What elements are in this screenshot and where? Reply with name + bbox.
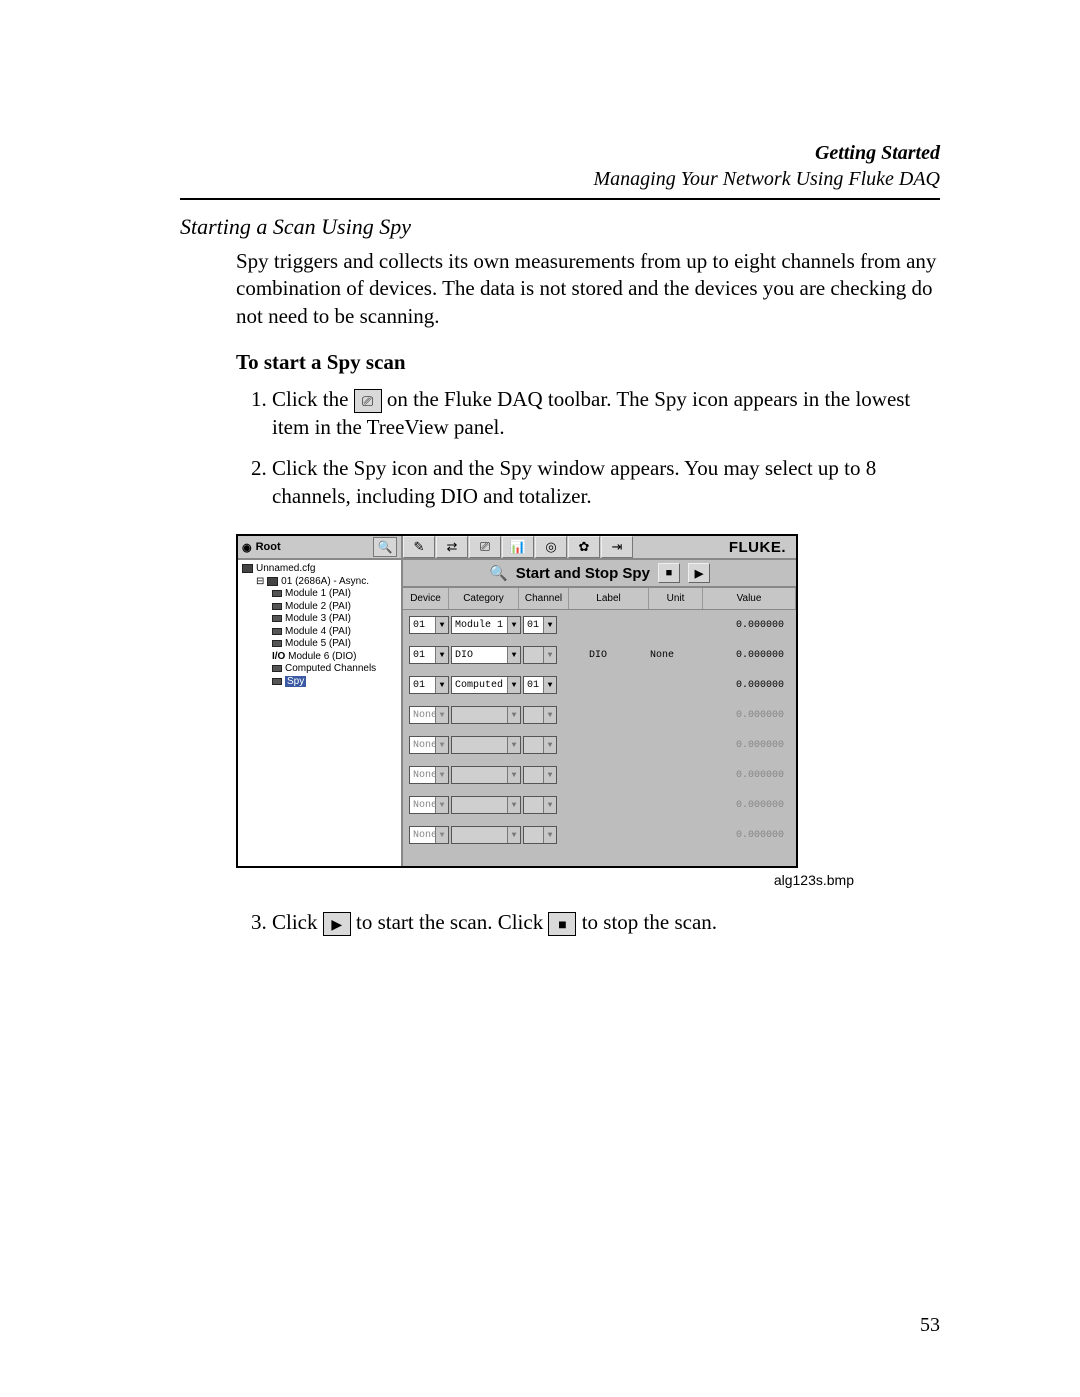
row-value: 0.000000: [687, 680, 790, 691]
category-select: ▼: [451, 766, 521, 784]
spy-rows: 01▼Module 1▼01▼0.00000001▼DIO▼▼DIONone0.…: [403, 610, 796, 866]
spy-row: None▼▼▼0.000000: [409, 706, 790, 724]
category-select: ▼: [451, 826, 521, 844]
root-flag-icon: ◉: [242, 541, 252, 554]
device-select[interactable]: None▼: [409, 826, 449, 844]
channel-select: ▼: [523, 706, 557, 724]
device-select[interactable]: 01▼: [409, 676, 449, 694]
category-select: ▼: [451, 736, 521, 754]
toolbar-btn-1[interactable]: ✎: [403, 536, 435, 558]
header-subtitle: Managing Your Network Using Fluke DAQ: [180, 166, 940, 192]
device-select[interactable]: None▼: [409, 766, 449, 784]
toolbar-btn-5[interactable]: ◎: [535, 536, 567, 558]
channel-select: ▼: [523, 766, 557, 784]
toolbar-btn-6[interactable]: ✿: [568, 536, 600, 558]
root-bar: ◉ Root 🔍: [238, 536, 401, 560]
header-rule: [180, 198, 940, 200]
intro-paragraph: Spy triggers and collects its own measur…: [236, 248, 940, 330]
device-select[interactable]: 01▼: [409, 646, 449, 664]
row-unit: None: [637, 650, 687, 661]
row-value: 0.000000: [687, 740, 790, 751]
start-scan-button[interactable]: ▶: [688, 563, 710, 583]
category-select[interactable]: Module 1▼: [451, 616, 521, 634]
channel-select[interactable]: 01▼: [523, 676, 557, 694]
toolbar-btn-3-spy-icon[interactable]: ⎚: [469, 536, 501, 558]
tree-view[interactable]: Unnamed.cfg ⊟ 01 (2686A) - Async. Module…: [238, 560, 401, 866]
row-label: DIO: [559, 650, 637, 661]
section-heading: Starting a Scan Using Spy: [180, 214, 940, 240]
columns-header: Device Category Channel Label Unit Value: [403, 588, 796, 610]
play-icon: ▶: [323, 912, 351, 936]
spy-row: 01▼Computed▼01▼ 0.000000: [409, 676, 790, 694]
root-label: Root: [256, 541, 281, 553]
category-select: ▼: [451, 796, 521, 814]
spy-row: 01▼Module 1▼01▼ 0.000000: [409, 616, 790, 634]
device-select[interactable]: None▼: [409, 796, 449, 814]
spy-refresh-icon[interactable]: 🔍: [489, 564, 508, 582]
row-value: 0.000000: [687, 620, 790, 631]
channel-select: ▼: [523, 796, 557, 814]
channel-select: ▼: [523, 736, 557, 754]
channel-select: ▼: [523, 826, 557, 844]
procedure-heading: To start a Spy scan: [236, 350, 940, 375]
step-1: Click the ⎚ on the Fluke DAQ toolbar. Th…: [272, 385, 940, 442]
spy-row: None▼▼▼0.000000: [409, 736, 790, 754]
magnifier-icon[interactable]: 🔍: [373, 537, 397, 557]
page-number: 53: [920, 1314, 940, 1337]
spy-row: 01▼DIO▼▼DIONone0.000000: [409, 646, 790, 664]
device-select[interactable]: 01▼: [409, 616, 449, 634]
toolbar-btn-4[interactable]: 📊: [502, 536, 534, 558]
row-value: 0.000000: [687, 800, 790, 811]
toolbar-btn-7[interactable]: ⇥: [601, 536, 633, 558]
spy-toolbar-icon: ⎚: [354, 389, 382, 413]
figure-caption: alg123s.bmp: [236, 872, 854, 888]
tree-spy-node[interactable]: Spy: [285, 676, 306, 687]
spy-row: None▼▼▼0.000000: [409, 796, 790, 814]
row-value: 0.000000: [687, 650, 790, 661]
category-select: ▼: [451, 706, 521, 724]
device-select[interactable]: None▼: [409, 736, 449, 754]
category-select[interactable]: DIO▼: [451, 646, 521, 664]
toolbar-btn-2[interactable]: ⇄: [436, 536, 468, 558]
channel-select: ▼: [523, 646, 557, 664]
step-3: Click ▶ to start the scan. Click ■ to st…: [272, 908, 940, 936]
row-value: 0.000000: [687, 770, 790, 781]
procedure-steps: Click the ⎚ on the Fluke DAQ toolbar. Th…: [236, 385, 940, 510]
toolbar: ✎ ⇄ ⎚ 📊 ◎ ✿ ⇥ FLUKE.: [403, 536, 796, 560]
stop-icon: ■: [548, 912, 576, 936]
device-select[interactable]: None▼: [409, 706, 449, 724]
panel-title: Start and Stop Spy: [516, 565, 650, 582]
stop-scan-button[interactable]: ■: [658, 563, 680, 583]
spy-row: None▼▼▼0.000000: [409, 826, 790, 844]
header-title: Getting Started: [180, 140, 940, 166]
channel-select[interactable]: 01▼: [523, 616, 557, 634]
step-2: Click the Spy icon and the Spy window ap…: [272, 454, 940, 511]
procedure-steps-cont: Click ▶ to start the scan. Click ■ to st…: [236, 908, 940, 936]
row-value: 0.000000: [687, 710, 790, 721]
category-select[interactable]: Computed▼: [451, 676, 521, 694]
fluke-logo: FLUKE.: [729, 539, 796, 556]
row-value: 0.000000: [687, 830, 790, 841]
spy-window: ◉ Root 🔍 Unnamed.cfg ⊟ 01 (2686A) - Asyn…: [236, 534, 798, 868]
spy-row: None▼▼▼0.000000: [409, 766, 790, 784]
